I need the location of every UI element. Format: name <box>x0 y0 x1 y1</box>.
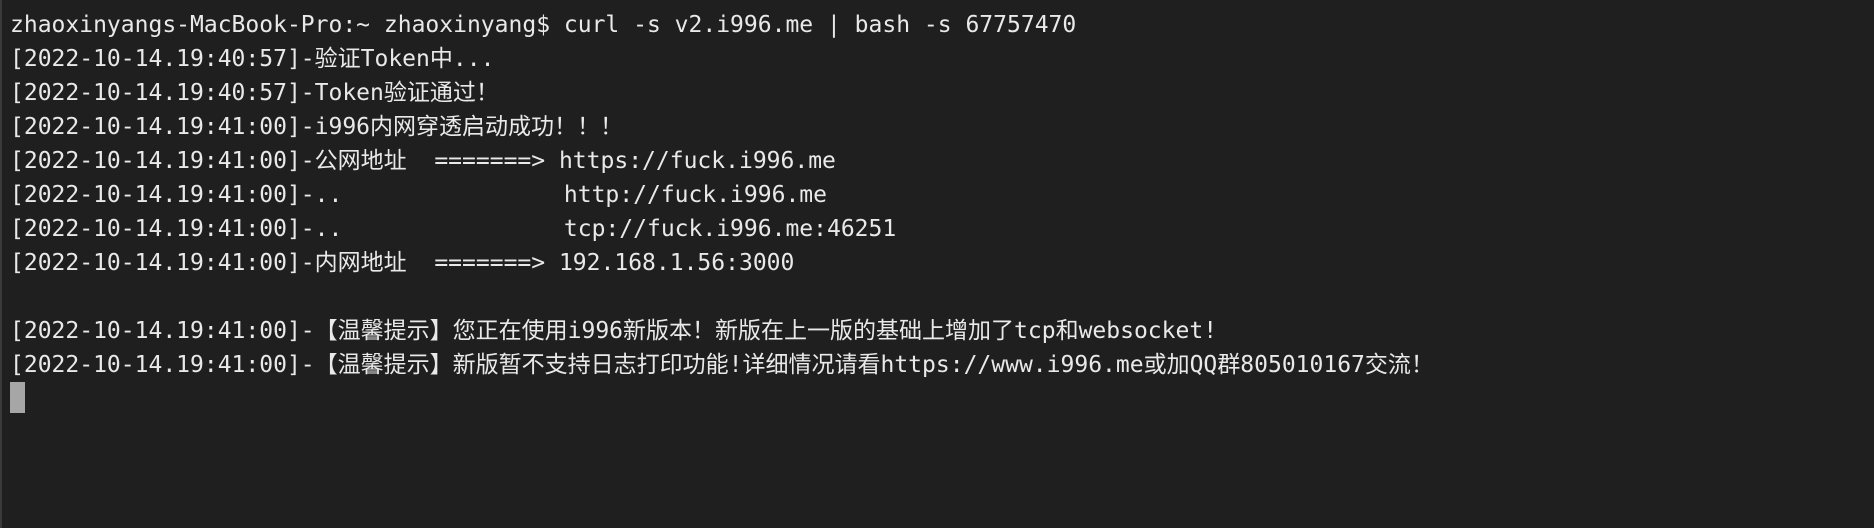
log-line: [2022-10-14.19:41:00]-.. http://fuck.i99… <box>10 182 827 208</box>
log-line: [2022-10-14.19:41:00]-i996内网穿透启动成功！！！ <box>10 114 624 140</box>
terminal-window[interactable]: zhaoxinyangs-MacBook-Pro:~ zhaoxinyang$ … <box>0 0 1874 528</box>
terminal-cursor <box>10 382 25 413</box>
window-edge <box>0 0 2 528</box>
terminal-output: zhaoxinyangs-MacBook-Pro:~ zhaoxinyang$ … <box>10 8 1874 382</box>
log-line: [2022-10-14.19:41:00]-.. tcp://fuck.i996… <box>10 216 897 242</box>
log-line: [2022-10-14.19:40:57]-验证Token中... <box>10 46 495 72</box>
prompt-line: zhaoxinyangs-MacBook-Pro:~ zhaoxinyang$ … <box>10 12 1077 38</box>
log-line: [2022-10-14.19:41:00]-公网地址 =======> http… <box>10 148 836 174</box>
log-line: [2022-10-14.19:41:00]-内网地址 =======> 192.… <box>10 250 795 276</box>
notice-line: [2022-10-14.19:41:00]-【温馨提示】您正在使用i996新版本… <box>10 318 1218 344</box>
notice-line: [2022-10-14.19:41:00]-【温馨提示】新版暂不支持日志打印功能… <box>10 352 1434 378</box>
log-line: [2022-10-14.19:40:57]-Token验证通过！ <box>10 80 499 106</box>
